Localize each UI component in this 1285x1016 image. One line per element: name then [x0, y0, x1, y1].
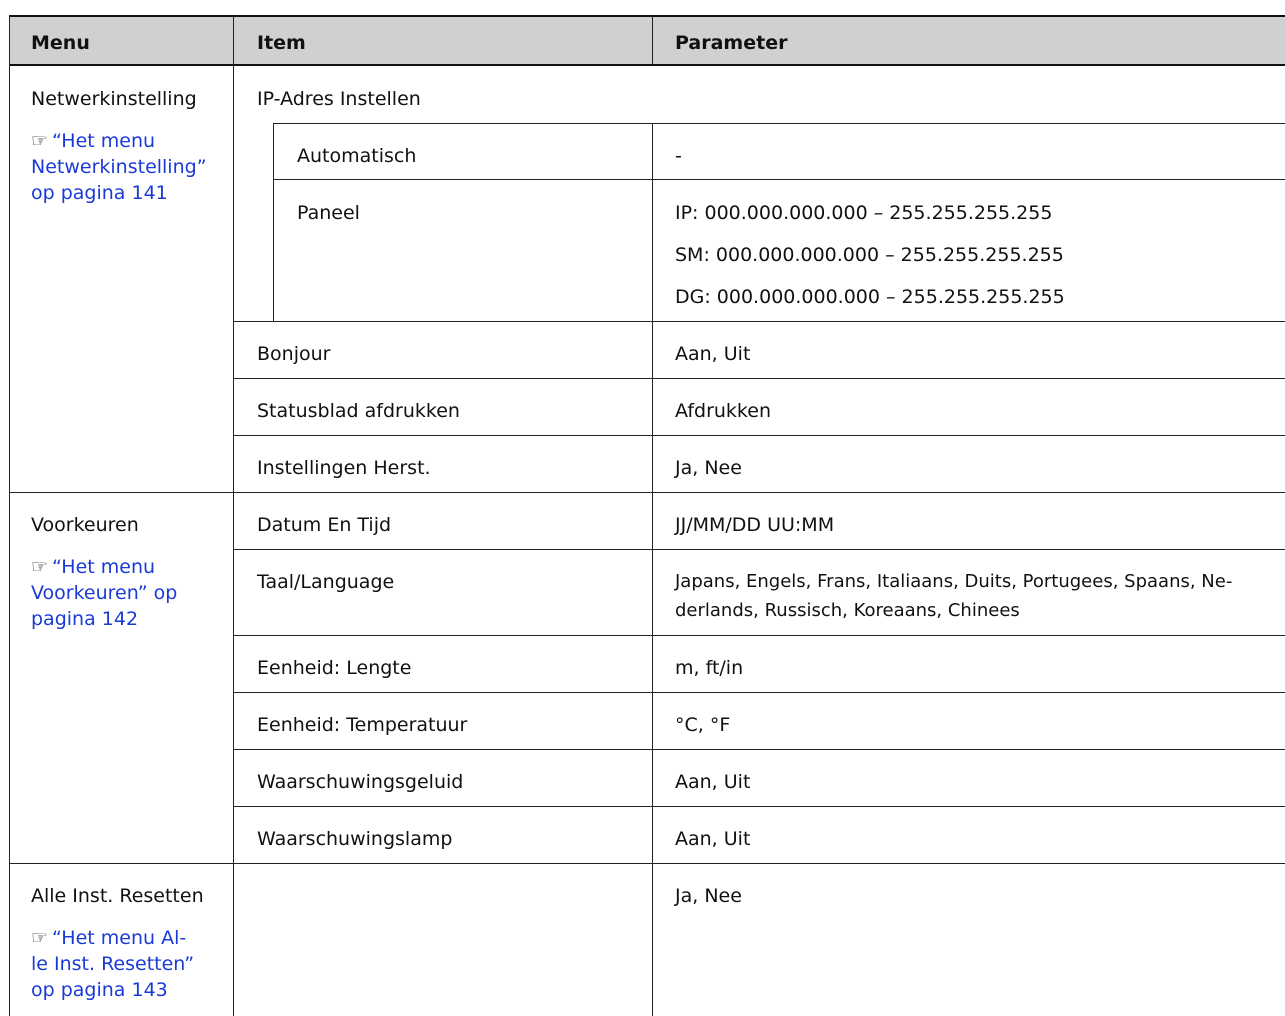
hand-pointer-icon: ☞: [31, 556, 49, 578]
param-lamp: Aan, Uit: [675, 828, 751, 850]
divider: [9, 492, 1285, 493]
link-netwerkinstelling[interactable]: ☞ “Het menu Netwerkinstelling” op pagina …: [31, 128, 207, 206]
param-alle-inst-resetten: Ja, Nee: [675, 885, 742, 907]
divider: [233, 321, 1285, 322]
param-bonjour: Aan, Uit: [675, 343, 751, 365]
param-dg: DG: 000.000.000.000 – 255.255.255.255: [675, 286, 1065, 308]
param-ip: IP: 000.000.000.000 – 255.255.255.255: [675, 202, 1053, 224]
param-statusblad: Afdrukken: [675, 400, 771, 422]
item-lengte: Eenheid: Lengte: [257, 657, 412, 679]
menu-netwerkinstelling: Netwerkinstelling: [31, 88, 197, 110]
divider: [233, 435, 1285, 436]
item-bonjour: Bonjour: [257, 343, 331, 365]
link-voorkeuren[interactable]: ☞ “Het menu Voorkeuren” op pagina 142: [31, 554, 177, 632]
divider: [233, 15, 234, 1016]
header-menu: Menu: [31, 32, 90, 54]
divider: [233, 635, 1285, 636]
param-sm: SM: 000.000.000.000 – 255.255.255.255: [675, 244, 1064, 266]
item-geluid: Waarschuwingsgeluid: [257, 771, 464, 793]
hand-pointer-icon: ☞: [31, 927, 49, 949]
divider: [273, 179, 1285, 180]
item-taal: Taal/Language: [257, 571, 395, 593]
divider: [652, 123, 653, 1016]
divider: [9, 863, 1285, 864]
divider: [233, 692, 1285, 693]
item-ip-adres-instellen: IP-Adres Instellen: [257, 88, 421, 110]
menu-voorkeuren: Voorkeuren: [31, 514, 139, 536]
divider: [9, 15, 10, 1016]
param-geluid: Aan, Uit: [675, 771, 751, 793]
link-alle-inst-resetten[interactable]: ☞ “Het menu Al- le Inst. Resetten” op pag…: [31, 925, 194, 1003]
item-datum-tijd: Datum En Tijd: [257, 514, 392, 536]
param-datum-tijd: JJ/MM/DD UU:MM: [675, 514, 835, 536]
divider: [273, 123, 274, 321]
divider: [9, 64, 1285, 66]
settings-table: Menu Item Parameter Netwerkinstelling ☞ “…: [9, 15, 1285, 1016]
param-taal-line1: Japans, Engels, Frans, Italiaans, Duits,…: [675, 571, 1233, 592]
divider: [233, 749, 1285, 750]
divider: [273, 123, 1285, 124]
hand-pointer-icon: ☞: [31, 130, 49, 152]
item-paneel: Paneel: [297, 202, 360, 224]
table-header: [9, 15, 1285, 65]
item-statusblad: Statusblad afdrukken: [257, 400, 460, 422]
divider: [233, 549, 1285, 550]
header-item: Item: [257, 32, 306, 54]
param-lengte: m, ft/in: [675, 657, 744, 679]
divider: [233, 806, 1285, 807]
param-temperatuur: °C, °F: [675, 714, 731, 736]
item-instellingen-herst: Instellingen Herst.: [257, 457, 431, 479]
header-parameter: Parameter: [675, 32, 788, 54]
param-automatisch: -: [675, 145, 682, 167]
divider: [233, 378, 1285, 379]
param-instellingen-herst: Ja, Nee: [675, 457, 742, 479]
param-taal-line2: derlands, Russisch, Koreaans, Chinees: [675, 600, 1020, 621]
divider: [9, 15, 1285, 17]
divider: [652, 15, 653, 65]
item-automatisch: Automatisch: [297, 145, 417, 167]
item-temperatuur: Eenheid: Temperatuur: [257, 714, 468, 736]
menu-alle-inst-resetten: Alle Inst. Resetten: [31, 885, 204, 907]
item-lamp: Waarschuwingslamp: [257, 828, 453, 850]
